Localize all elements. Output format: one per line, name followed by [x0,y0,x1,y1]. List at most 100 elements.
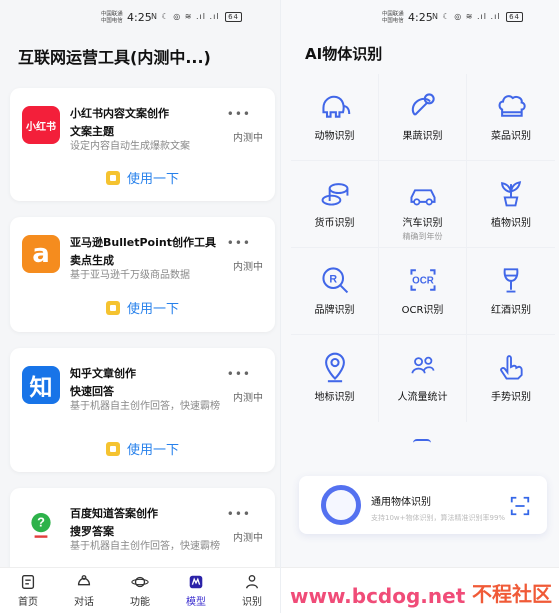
tool-description: 基于机器自主创作回答，快速霸榜 [70,541,220,552]
nav-chat[interactable]: 对话 [56,568,112,613]
baidu-zhidao-logo-icon: ? [22,506,60,544]
status-icon-glyphs: N ☾ ◎ ≋ .ıl .ıl [432,12,501,21]
nav-features[interactable]: 功能 [112,568,168,613]
right-phone-screen: 中国联通 中国电信 4:25 N ☾ ◎ ≋ .ıl .ıl 64 AI物体识别… [280,0,559,613]
grid-item-plant[interactable]: 植物识别 [467,161,555,248]
site-watermark: www.bcdog.net 不程社区 [290,582,552,608]
tool-name: 小红书内容文案创作 [70,107,169,120]
carrier-label: 中国联通 中国电信 [101,11,123,24]
grid-item-sublabel: 精确到年份 [402,232,443,241]
grid-item-crowd[interactable]: 人流量统计 [379,335,467,422]
grid-item-currency[interactable]: 货币识别 [291,161,379,248]
bottom-navigation: 首页 对话 功能 模型 识别 [0,567,280,613]
status-badge: 内测中 [233,262,263,273]
tool-description: 基于机器自主创作回答，快速霸榜 [70,401,220,412]
planet-icon [131,576,149,588]
use-button-label: 使用一下 [126,443,179,458]
amazon-logo-text: a [32,239,50,269]
tool-subtitle: 快速回答 [70,385,114,398]
grid-item-label: 手势识别 [491,392,531,403]
recognition-ring-icon [321,485,361,525]
grid-item-label: 货币识别 [314,218,355,229]
ocr-icon: OCR [409,269,436,291]
grid-item-label: 品牌识别 [314,305,355,316]
general-recognition-description: 支持10w+物体识别，算法精准识别率99% [371,514,506,522]
grid-item-label: 菜品识别 [491,131,531,142]
recognition-grid: 动物识别 果蔬识别 菜品识别 货币识别 汽车识别 精确到年份 植物识别 R 品牌… [291,74,555,422]
grid-item-landmark[interactable]: 地标识别 [291,335,379,422]
battery-icon: 64 [506,12,523,22]
partial-icon-peek [413,439,431,443]
action-icon [105,300,120,315]
status-icons: N ☾ ◎ ≋ .ıl .ıl 64 [151,12,242,22]
question-icon: ? [31,513,51,538]
tool-card-amazon[interactable]: a 亚马逊BulletPoint创作工具 卖点生成 基于亚马逊千万级商品数据 •… [10,217,275,332]
grid-item-label: 人流量统计 [397,392,448,403]
zhihu-logo-text: 知 [29,375,53,401]
chat-icon [77,575,91,586]
xiaohongshu-logo-icon: 小红书 [22,106,60,144]
use-button-label: 使用一下 [126,172,179,187]
tool-name: 百度知道答案创作 [70,507,158,520]
amazon-logo-icon: a [22,235,60,273]
vegetable-icon [411,93,435,116]
more-icon[interactable]: ••• [227,367,251,381]
tool-subtitle: 搜罗答案 [70,525,114,538]
grid-item-label: 果蔬识别 [402,131,443,142]
xiaohongshu-logo-text: 小红书 [26,121,56,133]
general-recognition-title: 通用物体识别 [371,497,431,508]
tool-subtitle: 文案主题 [70,125,114,138]
use-button[interactable]: 使用一下 [10,439,275,458]
nav-home[interactable]: 首页 [0,568,56,613]
nav-recognition-label: 识别 [242,597,262,608]
grid-item-label: 动物识别 [314,131,355,142]
nav-models[interactable]: 模型 [168,568,224,613]
tool-card-zhihu[interactable]: 知 知乎文章创作 快速回答 基于机器自主创作回答，快速霸榜 ••• 内测中 使用… [10,348,275,472]
watermark-url: www.bcdog.net [290,584,466,608]
grid-item-gesture[interactable]: 手势识别 [467,335,555,422]
brand-icon: R [321,267,348,294]
tool-subtitle: 卖点生成 [70,254,114,267]
grid-item-label: 汽车识别 [402,218,443,229]
grid-item-label: 地标识别 [314,392,355,403]
ai-recognition-title: AI物体识别 [305,45,383,63]
general-object-recognition-card[interactable]: 通用物体识别 支持10w+物体识别，算法精准识别率99% [299,476,547,534]
action-icon [105,170,120,185]
status-icons: N ☾ ◎ ≋ .ıl .ıl 64 [432,12,523,22]
nav-models-label: 模型 [186,597,206,608]
nav-features-label: 功能 [130,597,150,608]
tool-description: 设定内容自动生成爆款文案 [70,141,190,152]
use-button[interactable]: 使用一下 [10,168,275,187]
grid-item-wine[interactable]: 红酒识别 [467,248,555,335]
grid-item-brand[interactable]: R 品牌识别 [291,248,379,335]
svg-text:OCR: OCR [412,276,434,287]
elephant-icon [321,95,350,118]
model-icon [189,575,203,589]
wine-icon [503,268,519,293]
car-icon [409,189,436,206]
grid-item-animal[interactable]: 动物识别 [291,74,379,161]
nav-chat-label: 对话 [74,597,94,608]
carrier-label: 中国联通 中国电信 [382,11,404,24]
more-icon[interactable]: ••• [227,236,251,250]
status-badge: 内测中 [233,393,263,404]
grid-item-dish[interactable]: 菜品识别 [467,74,555,161]
status-badge: 内测中 [233,133,263,144]
grid-item-vegetable[interactable]: 果蔬识别 [379,74,467,161]
tool-card-xiaohongshu[interactable]: 小红书 小红书内容文案创作 文案主题 设定内容自动生成爆款文案 ••• 内测中 … [10,88,275,201]
grid-item-label: 红酒识别 [491,305,531,316]
action-icon [105,441,120,456]
people-icon [410,356,435,374]
tool-card-baidu-zhidao[interactable]: ? 百度知道答案创作 搜罗答案 基于机器自主创作回答，快速霸榜 ••• 内测中 [10,488,275,578]
svg-text:R: R [329,274,337,286]
more-icon[interactable]: ••• [227,107,251,121]
grid-item-ocr[interactable]: OCR OCR识别 [379,248,467,335]
scan-icon[interactable] [509,495,531,517]
tool-name: 知乎文章创作 [70,367,136,380]
use-button[interactable]: 使用一下 [10,298,275,317]
watermark-label: 不程社区 [472,582,552,606]
nav-recognition[interactable]: 识别 [224,568,280,613]
status-bar: 中国联通 中国电信 4:25 N ☾ ◎ ≋ .ıl .ıl 64 [0,0,280,30]
more-icon[interactable]: ••• [227,507,251,521]
grid-item-car[interactable]: 汽车识别 精确到年份 [379,161,467,248]
